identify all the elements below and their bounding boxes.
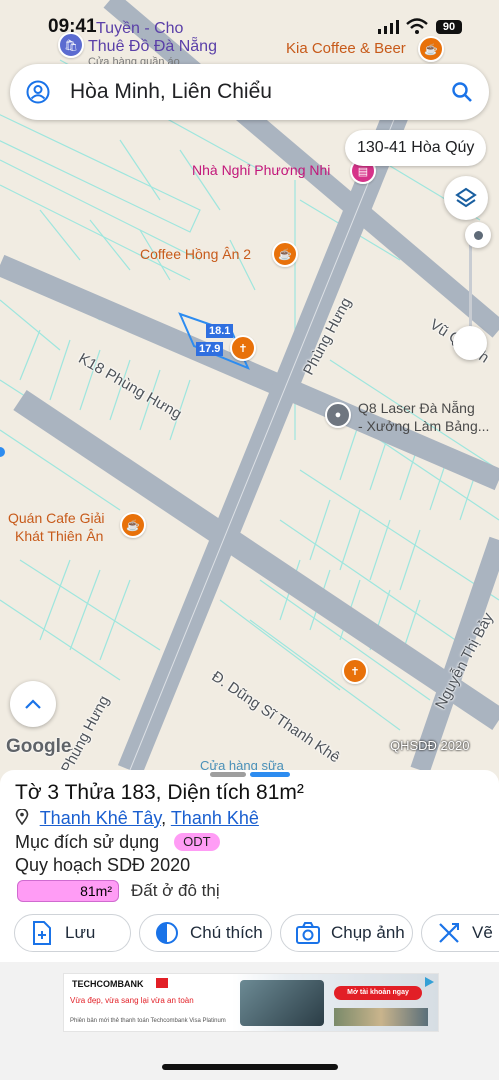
poi-label[interactable]: Khát Thiên Ân bbox=[15, 528, 103, 544]
plot-label: 17.9 bbox=[196, 342, 224, 356]
ad-brand: TECHCOMBANK bbox=[72, 979, 144, 989]
location-pin-icon[interactable]: ● bbox=[325, 402, 351, 428]
purpose-code-badge: ODT bbox=[174, 833, 220, 851]
layers-icon bbox=[455, 187, 477, 208]
location-row: Thanh Khê Tây, Thanh Khê bbox=[15, 808, 259, 829]
account-icon[interactable] bbox=[26, 80, 50, 104]
address-chip[interactable]: 130-41 Hòa Qúy bbox=[345, 130, 487, 166]
photo-button[interactable]: Chụp ảnh bbox=[280, 914, 413, 952]
search-bar[interactable]: Hòa Minh, Liên Chiểu bbox=[10, 64, 489, 120]
wifi-icon bbox=[406, 18, 428, 34]
save-button[interactable]: Lưu bbox=[14, 914, 131, 952]
drag-handle[interactable] bbox=[210, 772, 246, 777]
slider-top-knob[interactable] bbox=[465, 222, 491, 248]
status-bar: 09:41 90 bbox=[0, 0, 499, 40]
plot-label: 18.1 bbox=[206, 324, 234, 338]
ward-link[interactable]: Thanh Khê Tây bbox=[40, 808, 161, 828]
ad-banner[interactable]: TECHCOMBANK Vừa đẹp, vừa sang lại vừa an… bbox=[63, 973, 439, 1032]
layers-button[interactable] bbox=[444, 176, 488, 220]
drag-handle-active[interactable] bbox=[250, 772, 290, 777]
poi-label[interactable]: Kia Coffee & Beer bbox=[286, 40, 406, 57]
draw-tools-icon bbox=[436, 920, 462, 946]
status-time: 09:41 bbox=[48, 16, 97, 37]
contrast-icon bbox=[154, 920, 180, 946]
ad-choices-icon[interactable] bbox=[422, 975, 436, 989]
battery-icon: 90 bbox=[436, 20, 462, 34]
purpose-row: Mục đích sử dụng ODT bbox=[15, 832, 220, 853]
chevron-up-icon bbox=[25, 699, 41, 709]
restaurant-icon[interactable]: ✝ bbox=[342, 658, 368, 684]
search-icon[interactable] bbox=[451, 81, 473, 103]
slider-dot-icon bbox=[473, 230, 483, 240]
plan-area-bar: 81m² bbox=[17, 880, 119, 902]
add-document-icon bbox=[29, 920, 55, 946]
card-image bbox=[240, 980, 324, 1026]
ad-headline: Vừa đẹp, vừa sang lại vừa an toàn bbox=[70, 996, 194, 1005]
opacity-slider-handle[interactable] bbox=[453, 326, 487, 360]
coffee-cup-icon[interactable]: ☕ bbox=[272, 241, 298, 267]
poi-label[interactable]: Nhà Nghỉ Phương Nhi bbox=[192, 162, 330, 178]
signal-icon bbox=[378, 20, 399, 34]
home-indicator bbox=[162, 1064, 338, 1070]
poi-label[interactable]: Cửa hàng sữa bbox=[200, 758, 284, 770]
restaurant-icon[interactable]: ✝ bbox=[230, 335, 256, 361]
district-link[interactable]: Thanh Khê bbox=[171, 808, 259, 828]
separator: , bbox=[161, 808, 167, 828]
save-label: Lưu bbox=[65, 923, 96, 942]
legend-button[interactable]: Chú thích bbox=[139, 914, 272, 952]
ad-cta-button[interactable]: Mở tài khoản ngay bbox=[334, 986, 422, 1000]
draw-button[interactable]: Vẽ bbox=[421, 914, 499, 952]
poi-label[interactable]: Coffee Hồng Ân 2 bbox=[140, 246, 251, 262]
search-query[interactable]: Hòa Minh, Liên Chiểu bbox=[70, 80, 272, 104]
poi-label[interactable]: - Xưởng Làm Bảng... bbox=[358, 416, 489, 436]
plan-label: Quy hoạch SDĐ 2020 bbox=[15, 855, 191, 875]
draw-label: Vẽ bbox=[472, 923, 493, 942]
location-pin-icon bbox=[15, 808, 29, 826]
poi-label[interactable]: Thuê Đồ Đà Nẵng bbox=[88, 38, 217, 56]
ad-photo-strip bbox=[334, 1008, 428, 1026]
poi-label[interactable]: Q8 Laser Đà Nẵng bbox=[358, 398, 475, 418]
poi-label[interactable]: Quán Cafe Giải bbox=[8, 510, 105, 526]
legend-label: Chú thích bbox=[190, 923, 263, 942]
photo-label: Chụp ảnh bbox=[331, 923, 405, 942]
ad-subline: Phiên bản mới thẻ thanh toán Techcombank… bbox=[70, 1018, 226, 1024]
parcel-title: Tờ 3 Thửa 183, Diện tích 81m² bbox=[15, 781, 304, 804]
layer-watermark: QHSDĐ 2020 bbox=[390, 738, 470, 753]
action-bar: Lưu Chú thích Chụp ảnh Vẽ bbox=[0, 914, 499, 954]
expand-button[interactable] bbox=[10, 681, 56, 727]
coffee-cup-icon[interactable]: ☕ bbox=[120, 512, 146, 538]
plan-land-type: Đất ở đô thị bbox=[131, 881, 220, 900]
purpose-label: Mục đích sử dụng bbox=[15, 832, 160, 852]
techcombank-logo-icon bbox=[156, 978, 168, 988]
google-logo: Google bbox=[6, 736, 72, 757]
camera-icon bbox=[295, 920, 321, 946]
